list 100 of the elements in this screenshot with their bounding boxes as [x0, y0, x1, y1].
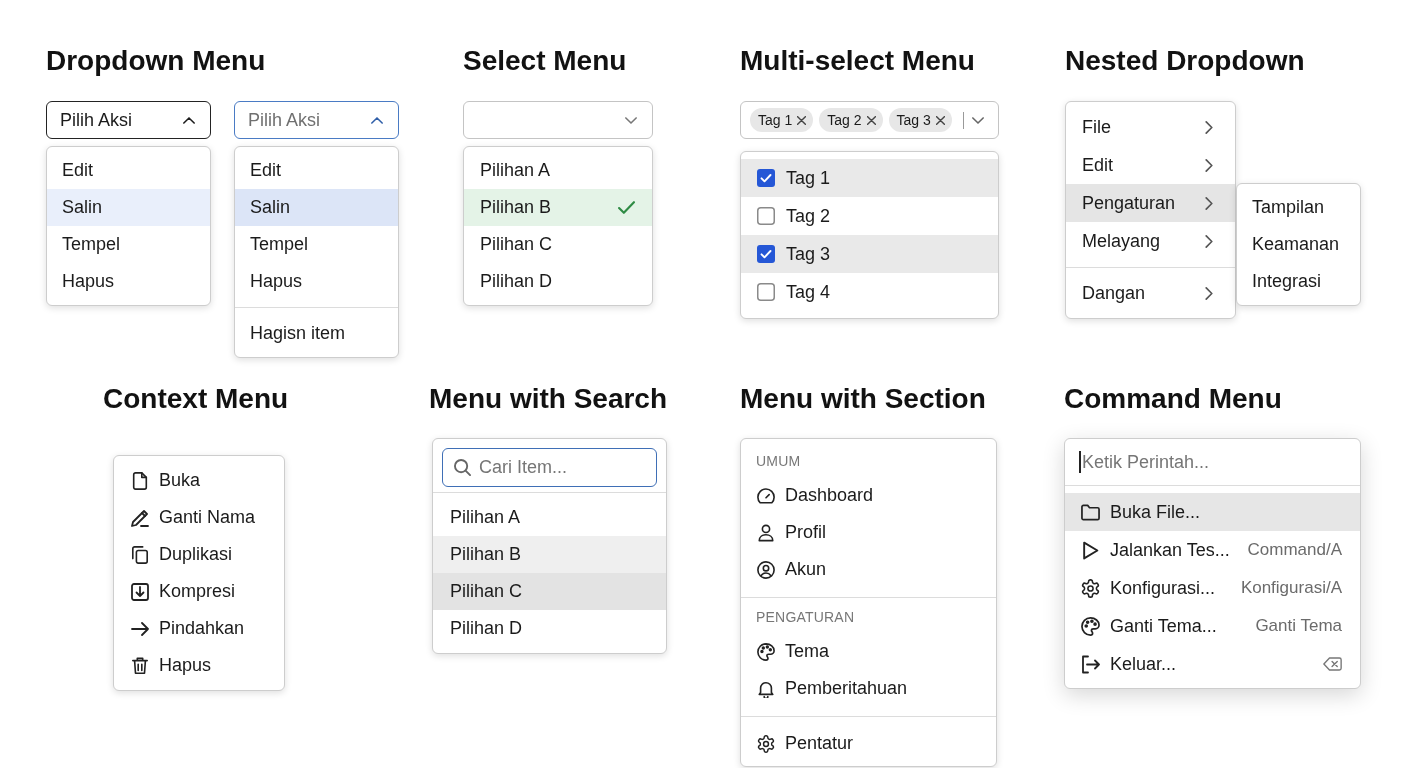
menu-item[interactable]: Pemberitahuan — [741, 670, 996, 707]
multi-select-field[interactable]: Tag 1 Tag 2 Tag 3 — [740, 101, 999, 139]
menu-item[interactable]: File — [1066, 108, 1235, 146]
menu-item[interactable]: Pentatur — [741, 725, 996, 762]
panel-title: Menu with Search — [429, 382, 669, 416]
panel-title: Dropdown Menu — [46, 44, 267, 78]
panel-title: Select Menu — [463, 44, 628, 78]
folder-icon — [1081, 502, 1100, 522]
copy-icon — [131, 545, 149, 564]
menu-item[interactable]: Konfigurasi... Konfigurasi/A — [1065, 569, 1360, 607]
menu-item[interactable]: Pindahkan — [114, 610, 284, 647]
shortcut-text: Konfigurasi/A — [1240, 578, 1342, 598]
menu-item[interactable]: Pilihan C — [433, 573, 666, 610]
menu-item[interactable]: Tema — [741, 633, 996, 670]
menu-item[interactable]: Tampilan — [1237, 189, 1360, 226]
menu-item[interactable]: Tag 2 — [741, 197, 998, 235]
menu-item[interactable]: Salin — [235, 189, 398, 226]
tag-chip[interactable]: Tag 1 — [750, 108, 814, 132]
chevron-up-icon — [183, 116, 195, 124]
text-cursor-icon — [1079, 451, 1081, 473]
shortcut-text: Ganti Tema — [1255, 616, 1342, 636]
gauge-icon — [757, 486, 775, 505]
select-field[interactable] — [463, 101, 653, 139]
menu-item[interactable]: Edit — [47, 152, 210, 189]
palette-icon — [1081, 616, 1100, 636]
menu-item[interactable]: Pengaturan — [1066, 184, 1235, 222]
user-icon — [757, 523, 775, 542]
panel-title: Nested Dropdown — [1065, 44, 1306, 78]
menu-item[interactable]: Keluar... — [1065, 645, 1360, 683]
user-circle-icon — [757, 560, 775, 579]
menu-item[interactable]: Buka — [114, 462, 284, 499]
command-input[interactable]: Ketik Perintah... — [1082, 451, 1346, 473]
pencil-icon — [131, 508, 149, 527]
menu-item[interactable]: Buka File... — [1065, 493, 1360, 531]
gear-icon — [1081, 578, 1100, 598]
close-icon — [866, 115, 876, 125]
menu-item[interactable]: Akun — [741, 551, 996, 588]
tag-chip[interactable]: Tag 3 — [888, 108, 952, 132]
menu-item[interactable]: Duplikasi — [114, 536, 284, 573]
panel-title: Menu with Section — [740, 382, 987, 416]
menu-item[interactable]: Hapus — [235, 263, 398, 300]
checkbox[interactable] — [757, 283, 775, 301]
close-icon — [935, 115, 945, 125]
checkbox[interactable] — [757, 169, 775, 187]
logout-icon — [1081, 654, 1100, 674]
menu-item[interactable]: Pilihan A — [464, 152, 652, 189]
menu-item[interactable]: Edit — [1066, 146, 1235, 184]
menu-item[interactable]: Ganti Tema... Ganti Tema — [1065, 607, 1360, 645]
close-icon — [797, 115, 807, 125]
menu-item[interactable]: Tempel — [235, 226, 398, 263]
download-icon — [131, 582, 149, 601]
chevron-up-icon — [371, 116, 383, 124]
menu-item[interactable]: Pilihan D — [464, 263, 652, 300]
menu-item[interactable]: Dashboard — [741, 477, 996, 514]
menu-item[interactable]: Melayang — [1066, 222, 1235, 260]
trash-icon — [131, 656, 149, 675]
menu-item[interactable]: Tag 4 — [741, 273, 998, 311]
backspace-icon — [1323, 657, 1342, 671]
checkbox[interactable] — [757, 245, 775, 263]
menu-item[interactable]: Tempel — [47, 226, 210, 263]
checkbox[interactable] — [757, 207, 775, 225]
menu-item[interactable]: Hapus — [47, 263, 210, 300]
menu-item[interactable]: Integrasi — [1237, 263, 1360, 300]
palette-icon — [757, 642, 775, 661]
chevron-right-icon — [1205, 234, 1213, 248]
gear-icon — [757, 734, 775, 753]
menu-item[interactable]: Profil — [741, 514, 996, 551]
section-label: PENGATURAN — [755, 608, 856, 627]
menu-item[interactable]: Kompresi — [114, 573, 284, 610]
menu-item[interactable]: Pilihan D — [433, 610, 666, 647]
menu-item[interactable]: Pilihan A — [433, 499, 666, 536]
menu-item[interactable]: Edit — [235, 152, 398, 189]
chevron-right-icon — [1205, 286, 1213, 300]
panel-title: Command Menu — [1064, 382, 1283, 416]
menu-item[interactable]: Keamanan — [1237, 226, 1360, 263]
menu-item[interactable]: Dangan — [1066, 274, 1235, 312]
menu-item[interactable]: Pilihan B — [464, 189, 652, 226]
menu-item[interactable]: Hapus — [114, 647, 284, 684]
menu-item[interactable]: Jalankan Tes... Command/A — [1065, 531, 1360, 569]
menu-item[interactable]: Tag 1 — [741, 159, 998, 197]
menu-item[interactable]: Pilihan C — [464, 226, 652, 263]
chevron-right-icon — [1205, 120, 1213, 134]
menu-item[interactable]: Pilihan B — [433, 536, 666, 573]
menu-item[interactable]: Hagisn item — [235, 315, 398, 352]
panel-title: Multi-select Menu — [740, 44, 976, 78]
bell-icon — [757, 679, 775, 698]
dropdown-trigger[interactable]: Pilih Aksi — [46, 101, 211, 139]
tag-chip[interactable]: Tag 2 — [819, 108, 883, 132]
dropdown-trigger[interactable]: Pilih Aksi — [234, 101, 399, 139]
menu-item[interactable]: Ganti Nama — [114, 499, 284, 536]
play-icon — [1081, 540, 1100, 560]
file-icon — [131, 471, 149, 490]
search-field[interactable]: Cari Item... — [442, 448, 657, 487]
menu-item[interactable]: Tag 3 — [741, 235, 998, 273]
check-icon — [618, 201, 635, 214]
chevron-right-icon — [1205, 158, 1213, 172]
menu-item[interactable]: Salin — [47, 189, 210, 226]
panel-title: Context Menu — [103, 382, 290, 416]
search-icon — [454, 459, 471, 476]
chevron-right-icon — [1205, 196, 1213, 210]
